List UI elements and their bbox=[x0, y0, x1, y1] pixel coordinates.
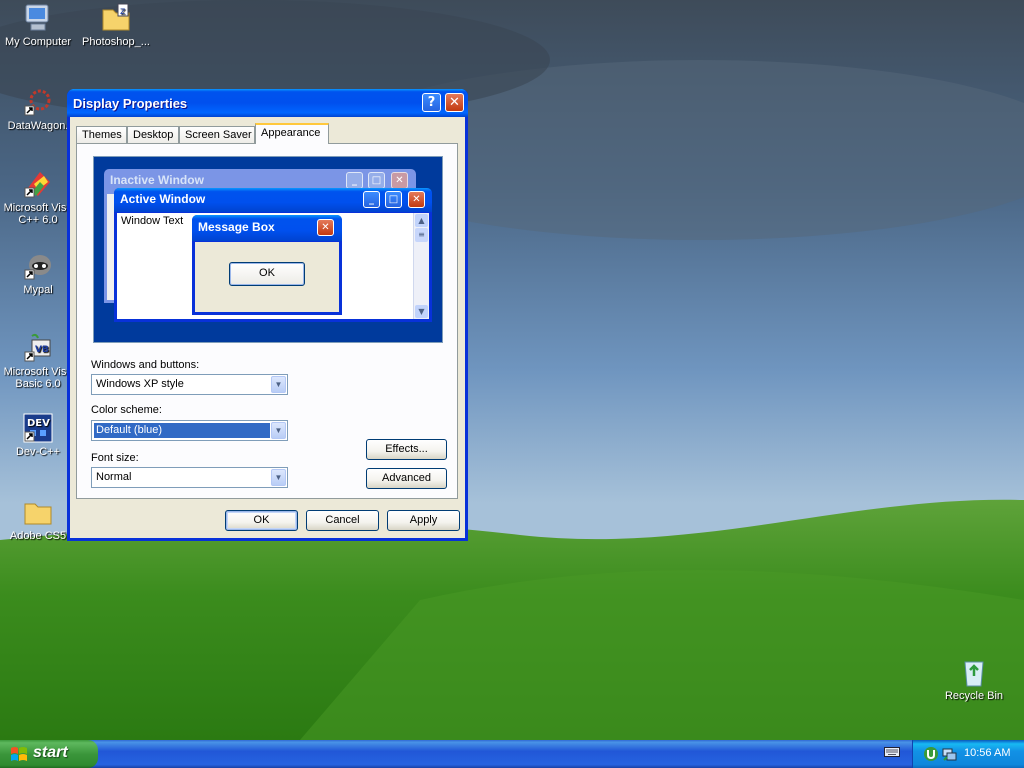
window-title: Display Properties bbox=[73, 96, 188, 111]
help-button[interactable]: ? bbox=[422, 93, 441, 112]
chevron-down-icon[interactable]: ▼ bbox=[271, 376, 286, 393]
windows-buttons-select[interactable]: Windows XP style ▼ bbox=[91, 374, 288, 395]
taskbar: start 10:56 AM bbox=[0, 740, 1024, 768]
windows-logo-icon bbox=[11, 747, 27, 761]
maximize-icon: □ bbox=[368, 172, 385, 189]
window-titlebar[interactable]: Display Properties ? ✕ bbox=[67, 89, 468, 117]
cancel-button[interactable]: Cancel bbox=[306, 510, 379, 531]
preview-scrollbar: ▲ ≡ ▼ bbox=[413, 213, 429, 319]
utorrent-icon[interactable] bbox=[923, 746, 939, 762]
visual-basic-icon: VB bbox=[24, 333, 51, 362]
raccoon-icon bbox=[24, 255, 51, 280]
recycle-bin-icon bbox=[964, 661, 984, 687]
color-scheme-label: Color scheme: bbox=[91, 404, 162, 416]
close-icon: ✕ bbox=[408, 191, 425, 208]
tab-label: Screen Saver bbox=[185, 129, 252, 141]
desktop-icon-label-line2: Basic 6.0 bbox=[15, 378, 61, 390]
advanced-button[interactable]: Advanced bbox=[366, 468, 447, 489]
svg-text:z: z bbox=[120, 6, 125, 17]
my-computer-icon bbox=[25, 4, 49, 31]
font-size-select[interactable]: Normal ▼ bbox=[91, 467, 288, 488]
desktop-icon-visual-basic[interactable]: VB Microsoft Visu Basic 6.0 bbox=[0, 332, 76, 390]
close-button[interactable]: ✕ bbox=[445, 93, 464, 112]
help-icon: ? bbox=[427, 95, 436, 110]
ok-button[interactable]: OK bbox=[225, 510, 298, 531]
font-size-label: Font size: bbox=[91, 452, 139, 464]
tab-desktop[interactable]: Desktop bbox=[127, 126, 179, 144]
preview-active-title: Active Window bbox=[120, 192, 206, 206]
preview-message-title: Message Box bbox=[198, 220, 275, 234]
scroll-up-icon: ▲ bbox=[415, 214, 428, 227]
svg-text:DEV: DEV bbox=[27, 418, 50, 429]
desktop-icon-dev-cpp[interactable]: DEV Dev-C++ bbox=[0, 412, 76, 458]
desktop-icon-label: Recycle Bin bbox=[944, 690, 1004, 702]
close-icon: ✕ bbox=[449, 95, 460, 110]
desktop-icon-label-line2: C++ 6.0 bbox=[18, 214, 58, 226]
desktop-icon-label: My Computer bbox=[4, 36, 72, 48]
tab-label: Desktop bbox=[133, 129, 174, 141]
visual-cpp-icon bbox=[24, 172, 50, 198]
desktop-icon-photoshop-zip[interactable]: z Photoshop_... bbox=[78, 2, 154, 48]
minimize-icon: _ bbox=[346, 172, 363, 189]
preview-inactive-title: Inactive Window bbox=[110, 173, 204, 187]
windows-buttons-value: Windows XP style bbox=[96, 378, 184, 390]
network-icon[interactable] bbox=[941, 746, 957, 762]
desktop-icon-adobe-cs5[interactable]: Adobe CS5 bbox=[0, 496, 76, 542]
desktop-icon-label: Photoshop_... bbox=[82, 36, 150, 48]
tab-screen-saver[interactable]: Screen Saver bbox=[179, 126, 255, 144]
desktop-icon-recycle-bin[interactable]: Recycle Bin bbox=[936, 656, 1012, 702]
minimize-icon: _ bbox=[363, 191, 380, 208]
folder-icon bbox=[24, 503, 52, 525]
preview-message-body: OK bbox=[195, 242, 339, 312]
scroll-thumb: ≡ bbox=[415, 228, 428, 242]
desktop-icon-label: Microsoft Visu bbox=[3, 366, 73, 378]
font-size-value: Normal bbox=[96, 471, 132, 483]
desktop-icon-mypal[interactable]: Mypal bbox=[0, 250, 76, 296]
svg-text:VB: VB bbox=[35, 345, 49, 355]
desktop-icon-label: Dev-C++ bbox=[15, 446, 61, 458]
desktop-icon-label: Adobe CS5 bbox=[9, 530, 67, 542]
chevron-down-icon[interactable]: ▼ bbox=[271, 422, 286, 439]
clock[interactable]: 10:56 AM bbox=[964, 747, 1010, 759]
maximize-icon: □ bbox=[385, 191, 402, 208]
keyboard-icon[interactable] bbox=[884, 746, 900, 758]
desktop-icon-label: Mypal bbox=[23, 284, 53, 296]
appearance-panel: Inactive Window _ □ ✕ Active Window _ □ … bbox=[76, 143, 458, 499]
color-scheme-value: Default (blue) bbox=[94, 423, 270, 438]
tab-themes[interactable]: Themes bbox=[76, 126, 127, 144]
effects-button[interactable]: Effects... bbox=[366, 439, 447, 460]
dev-cpp-icon: DEV bbox=[23, 413, 53, 443]
preview-window-text: Window Text bbox=[121, 215, 184, 227]
tab-label: Appearance bbox=[261, 127, 321, 139]
scroll-down-icon: ▼ bbox=[415, 305, 428, 318]
desktop-icon-my-computer[interactable]: My Computer bbox=[0, 2, 76, 48]
display-properties-window: Display Properties ? ✕ Themes Desktop Sc… bbox=[67, 89, 468, 541]
appearance-preview: Inactive Window _ □ ✕ Active Window _ □ … bbox=[93, 156, 443, 343]
chevron-down-icon[interactable]: ▼ bbox=[271, 469, 286, 486]
desktop-icon-datawagon[interactable]: DataWagon. bbox=[0, 86, 76, 132]
start-button[interactable]: start bbox=[0, 740, 98, 768]
zip-folder-icon: z bbox=[102, 3, 130, 31]
close-icon: ✕ bbox=[317, 219, 334, 236]
start-label: start bbox=[33, 744, 68, 761]
tab-appearance[interactable]: Appearance bbox=[255, 123, 329, 144]
desktop-icon-visual-cpp[interactable]: Microsoft Visu C++ 6.0 bbox=[0, 168, 76, 226]
apply-button[interactable]: Apply bbox=[387, 510, 460, 531]
close-icon: ✕ bbox=[391, 172, 408, 189]
system-tray: 10:56 AM bbox=[912, 740, 1024, 768]
desktop-icon-label: Microsoft Visu bbox=[3, 202, 73, 214]
preview-ok-button: OK bbox=[229, 262, 305, 286]
windows-buttons-label: Windows and buttons: bbox=[91, 359, 200, 371]
desktop-icon-label: DataWagon. bbox=[7, 120, 69, 132]
preview-message-box: Message Box ✕ OK bbox=[192, 215, 342, 315]
tab-label: Themes bbox=[82, 129, 122, 141]
shortcut-icon bbox=[24, 89, 51, 116]
color-scheme-select[interactable]: Default (blue) ▼ bbox=[91, 420, 288, 441]
